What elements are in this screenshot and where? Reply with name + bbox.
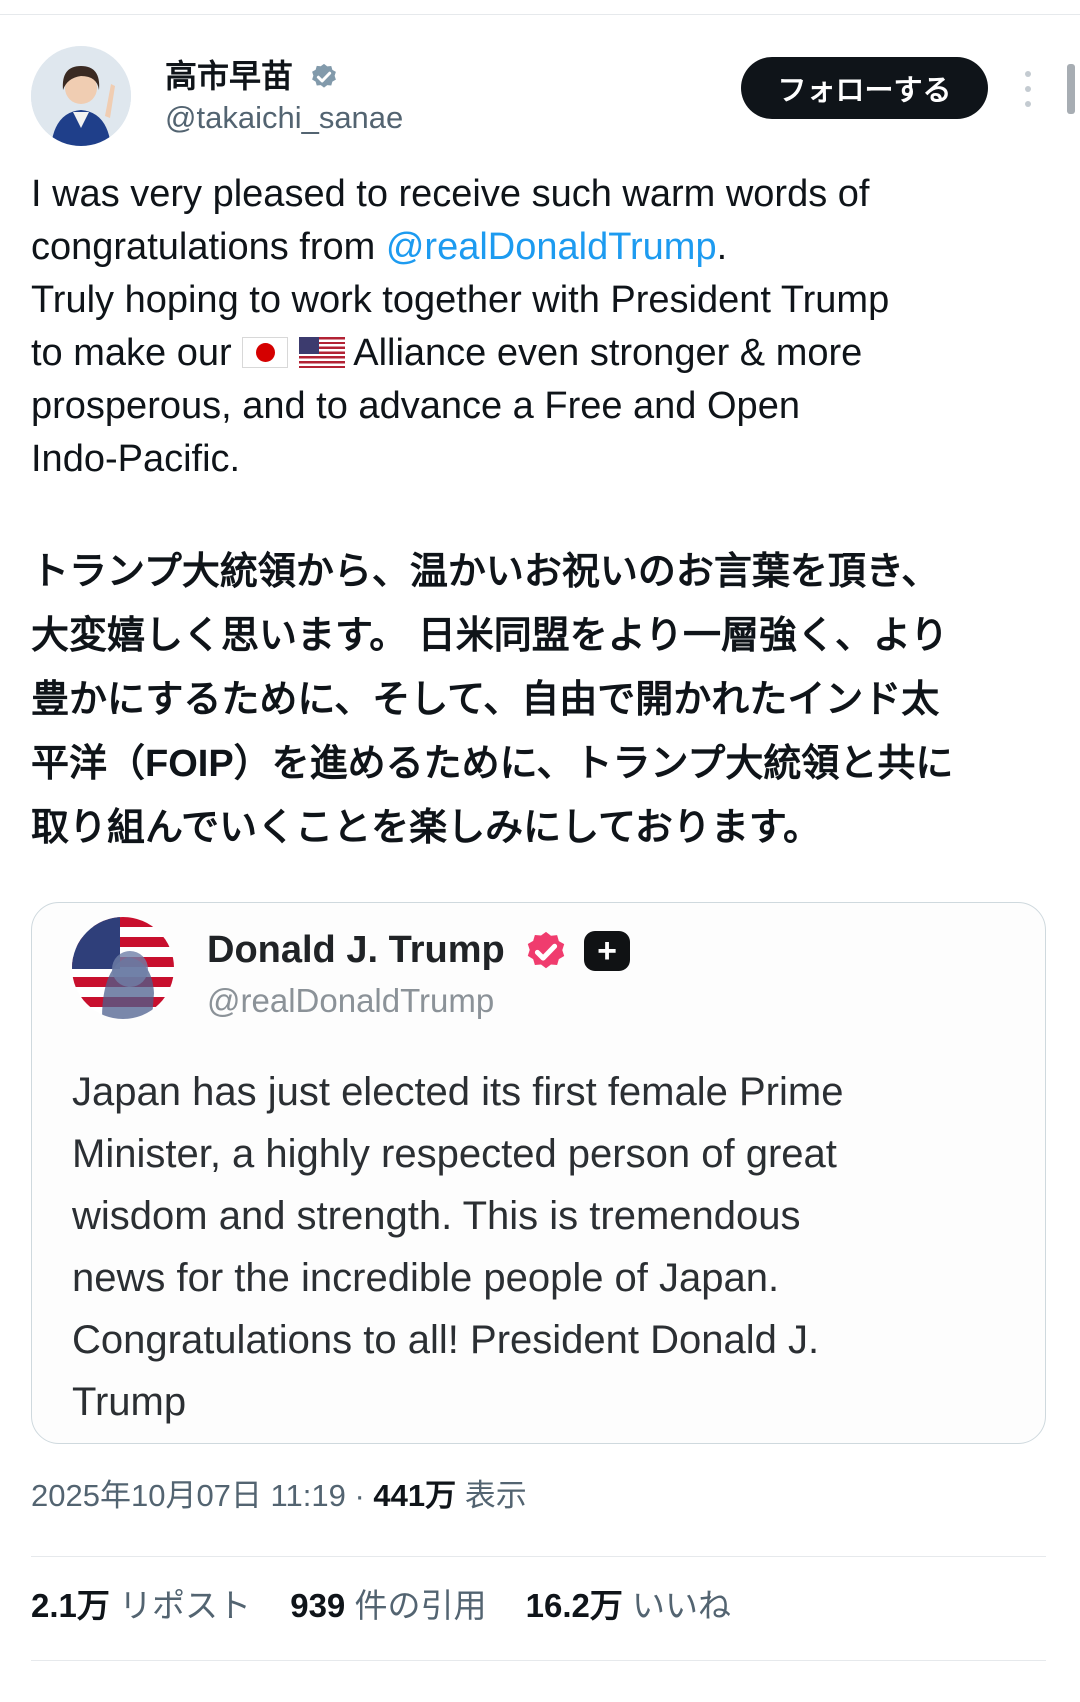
quote-count: 939	[290, 1587, 346, 1624]
more-options-dot	[1025, 85, 1031, 92]
tweet-text-japanese: トランプ大統領から、温かいお祝いのお言葉を頂き、 大変嬉しく思います。 日米同盟…	[31, 540, 1061, 860]
repost-label: リポスト	[119, 1587, 252, 1624]
engagement-stats: 2.1万 リポスト 939 件の引用 16.2万 いいね	[31, 1584, 761, 1628]
tweet-line: 取り組んでいくことを楽しみにしております。	[31, 807, 822, 849]
tweet-line: Truly hoping to work together with Presi…	[31, 279, 890, 321]
japan-flag-icon	[242, 337, 289, 368]
top-divider	[0, 14, 1080, 15]
tweet-line: congratulations from @realDonaldTrump.	[31, 221, 1031, 274]
tweet-text-span: .	[716, 226, 728, 268]
like-stat[interactable]: 16.2万 いいね	[526, 1587, 731, 1624]
tweet-line: Indo-Pacific.	[31, 438, 241, 480]
like-count: 16.2万	[525, 1587, 623, 1624]
quote-line: Trump	[72, 1380, 187, 1424]
tweet-line: prosperous, and to advance a Free and Op…	[31, 385, 800, 427]
view-count: 441万	[373, 1478, 457, 1513]
post-timestamp[interactable]: 2025年10月07日 11:19	[31, 1478, 346, 1513]
author-avatar-image	[31, 46, 131, 146]
author-display-name[interactable]: 高市早苗	[165, 56, 293, 96]
tweet-line: 豊かにするために、そして、自由で開かれたインド太	[31, 679, 940, 721]
quote-line: Minister, a highly respected person of g…	[72, 1132, 837, 1176]
verified-badge-icon	[312, 63, 336, 88]
verified-badge-icon	[527, 931, 565, 969]
meta-separator: ·	[354, 1478, 365, 1513]
divider	[31, 1556, 1046, 1557]
us-flag-icon	[298, 337, 345, 368]
repost-stat[interactable]: 2.1万 リポスト	[31, 1587, 251, 1624]
tweet-line: to make our Alliance even stronger & mor…	[31, 327, 1031, 380]
tweet-line: I was very pleased to receive such warm …	[31, 173, 870, 215]
tweet-text-english: I was very pleased to receive such warm …	[31, 168, 1031, 486]
author-handle[interactable]: @takaichi_sanae	[165, 98, 403, 138]
like-label: いいね	[632, 1587, 732, 1624]
scrollbar[interactable]	[1067, 64, 1075, 114]
quoted-author-handle: @realDonaldTrump	[207, 982, 495, 1019]
repost-count: 2.1万	[31, 1587, 110, 1624]
tweet-text-span: to make our	[31, 332, 243, 374]
more-options-icon[interactable]	[1013, 67, 1043, 111]
quoted-author-name: Donald J. Trump	[207, 929, 505, 971]
tweet-line: 平洋（FOIP）を進めるために、トランプ大統領と共に	[31, 743, 954, 785]
quoted-avatar-image	[72, 917, 174, 1019]
quoted-post-card[interactable]: Donald J. Trump + @realDonaldTrump Japan…	[31, 902, 1046, 1444]
quote-line: Congratulations to all! President Donald…	[72, 1318, 820, 1362]
quote-label: 件の引用	[354, 1587, 487, 1624]
tweet-text-span: congratulations from	[31, 226, 386, 268]
quote-line: news for the incredible people of Japan.	[72, 1256, 780, 1300]
mention-link[interactable]: @realDonaldTrump	[386, 226, 717, 268]
view-label: 表示	[464, 1478, 527, 1513]
author-avatar[interactable]	[31, 46, 131, 146]
more-options-dot	[1025, 71, 1031, 78]
quoted-post-text: Japan has just elected its first female …	[72, 1061, 1022, 1433]
divider	[31, 1660, 1046, 1661]
tweet-text-span: Alliance even stronger & more	[344, 332, 863, 374]
quote-line: Japan has just elected its first female …	[72, 1070, 844, 1114]
quote-stat[interactable]: 939 件の引用	[290, 1587, 486, 1624]
tweet-line: トランプ大統領から、温かいお祝いのお言葉を頂き、	[31, 551, 940, 593]
tweet-line: 大変嬉しく思います。 日米同盟をより一層強く、より	[31, 615, 949, 657]
follow-button[interactable]: フォローする	[741, 57, 988, 119]
quoted-author-avatar	[72, 917, 174, 1019]
plus-badge-icon: +	[584, 931, 630, 971]
quote-line: wisdom and strength. This is tremendous	[72, 1194, 801, 1238]
more-options-dot	[1025, 100, 1031, 107]
post-metadata: 2025年10月07日 11:19 · 441万 表示	[31, 1476, 527, 1516]
